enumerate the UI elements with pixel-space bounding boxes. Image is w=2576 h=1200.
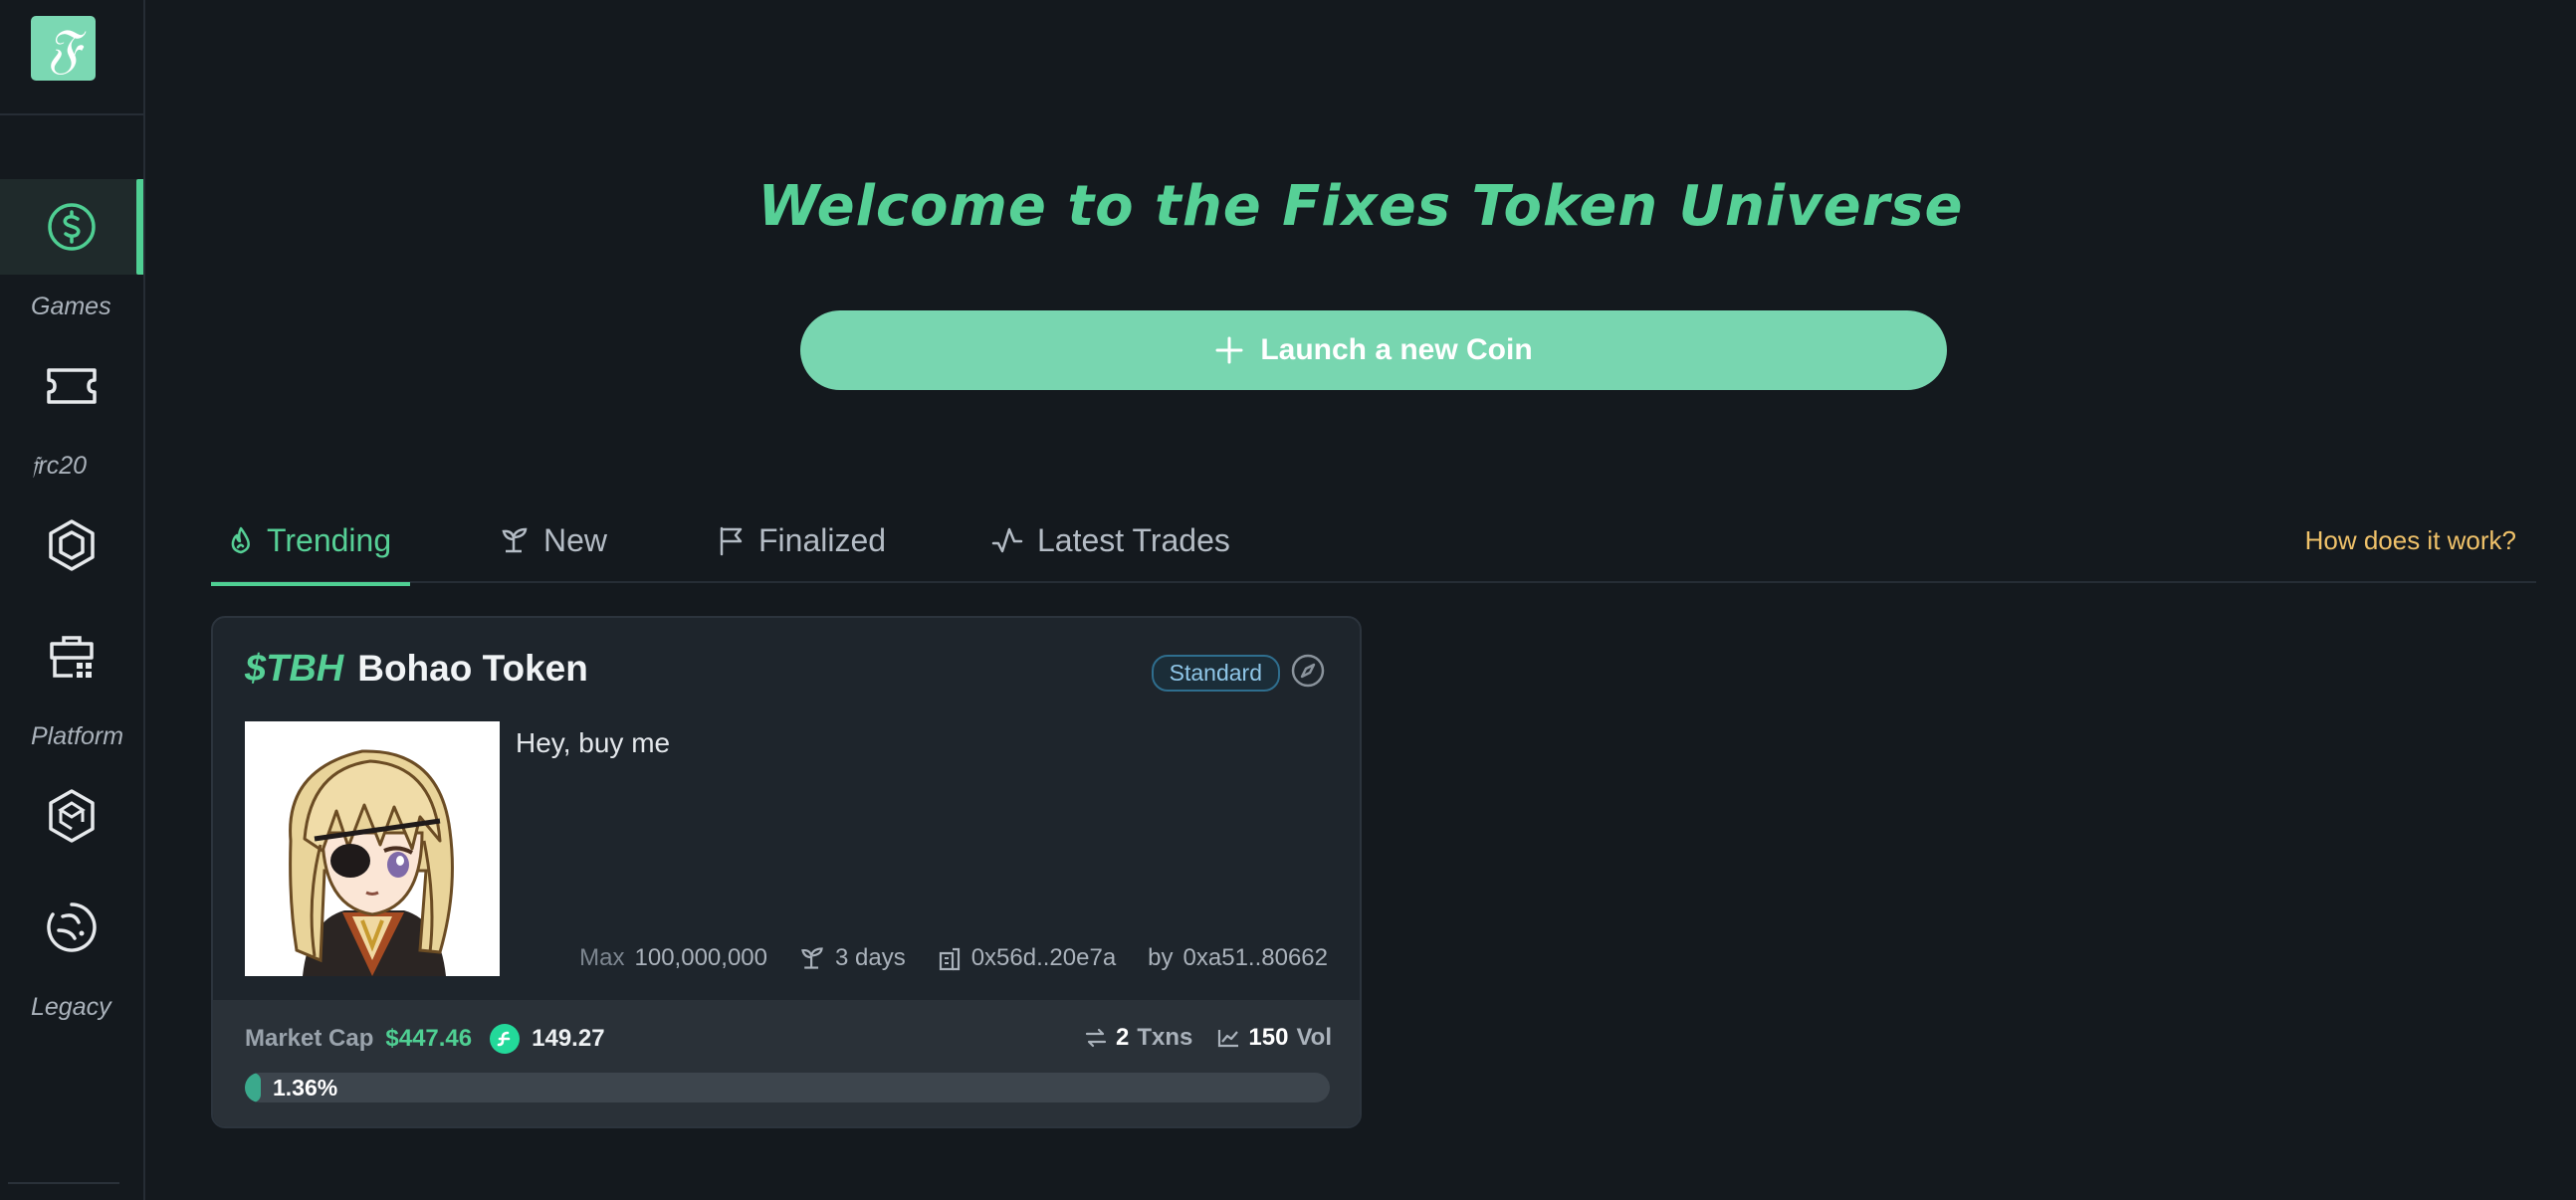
token-type-badge: Standard xyxy=(1151,655,1280,692)
tab-finalized[interactable]: Finalized xyxy=(717,498,886,583)
cube-badge-icon xyxy=(49,789,95,843)
compass-icon[interactable] xyxy=(1290,653,1326,689)
max-supply-value: 100,000,000 xyxy=(634,944,767,971)
plus-icon xyxy=(1215,336,1243,364)
store-icon xyxy=(50,636,94,678)
sidebar-item-cube-badge[interactable] xyxy=(0,768,143,864)
sidebar-item-hexagon[interactable] xyxy=(0,498,143,593)
market-cap-row: Market Cap $447.46 149.27 xyxy=(245,1024,605,1054)
progress-label: 1.36% xyxy=(273,1074,338,1100)
section-label-frc20: 𝔣rc20 xyxy=(31,452,88,480)
section-label-platform: Platform xyxy=(31,722,124,750)
sprout-icon xyxy=(502,527,528,553)
creator-prefix: by xyxy=(1148,944,1174,971)
token-tabs: Trending New Finalized Latest Trades How… xyxy=(211,498,2536,586)
app-logo[interactable]: 𝔉 xyxy=(31,16,96,81)
chart-line-icon xyxy=(1218,1030,1239,1048)
sidebar-divider xyxy=(0,113,143,115)
token-header: $TBH Bohao Token xyxy=(245,648,588,691)
max-supply-label: Max xyxy=(579,944,625,971)
token-card[interactable]: $TBH Bohao Token Standard Hey, buy me Ma… xyxy=(211,616,1362,1128)
sidebar: 𝔉 Games 𝔣rc20 Platform Legacy xyxy=(0,0,145,1200)
token-name: Bohao Token xyxy=(357,648,588,689)
token-meta: Max 100,000,000 3 days 0x56d..20e7a by 0… xyxy=(579,944,1328,972)
ticket-icon xyxy=(47,368,97,404)
sidebar-divider xyxy=(8,1182,119,1184)
tab-label: Latest Trades xyxy=(1037,521,1230,558)
creator-address[interactable]: 0xa51..80662 xyxy=(1183,944,1328,972)
txns-count: 2 xyxy=(1116,1024,1130,1051)
sprout-icon xyxy=(801,947,823,969)
sidebar-item-store[interactable] xyxy=(0,609,143,704)
launch-coin-label: Launch a new Coin xyxy=(1260,333,1533,366)
volume-label: Vol xyxy=(1296,1024,1332,1051)
tab-label: Finalized xyxy=(758,521,887,558)
flame-icon xyxy=(231,526,250,554)
swap-icon xyxy=(1085,1028,1107,1048)
txns-label: Txns xyxy=(1137,1024,1193,1051)
dollar-coin-icon xyxy=(48,203,96,251)
hexagon-icon xyxy=(49,519,95,571)
token-image xyxy=(245,721,500,976)
section-label-games: Games xyxy=(31,293,111,320)
tab-label: New xyxy=(543,521,608,558)
flow-token-icon xyxy=(490,1024,521,1054)
market-cap-value: $447.46 xyxy=(385,1025,473,1052)
tab-new[interactable]: New xyxy=(500,498,607,583)
sidebar-item-dollar[interactable] xyxy=(0,179,143,275)
activity-icon xyxy=(991,527,1023,553)
launch-coin-button[interactable]: Launch a new Coin xyxy=(800,310,1947,390)
tab-latest-trades[interactable]: Latest Trades xyxy=(991,498,1230,583)
trade-stats: 2 Txns 150 Vol xyxy=(1084,1024,1332,1052)
tab-trending[interactable]: Trending xyxy=(211,498,410,586)
flag-icon xyxy=(720,526,743,556)
token-age: 3 days xyxy=(834,944,906,971)
page-title: Welcome to the Fixes Token Universe xyxy=(757,174,1964,239)
tab-label: Trending xyxy=(267,521,392,558)
market-cap-label: Market Cap xyxy=(245,1025,374,1052)
progress-fill xyxy=(245,1073,261,1102)
bonding-progress-bar: 1.36% xyxy=(245,1073,1330,1102)
flow-amount: 149.27 xyxy=(532,1025,605,1052)
token-stats: Market Cap $447.46 149.27 2 Txns 150 Vol… xyxy=(213,1000,1360,1126)
contract-address[interactable]: 0x56d..20e7a xyxy=(971,944,1116,972)
how-does-it-work-link[interactable]: How does it work? xyxy=(2305,498,2516,583)
sidebar-item-ticket[interactable] xyxy=(0,338,143,434)
token-description: Hey, buy me xyxy=(516,727,671,758)
building-icon xyxy=(939,947,960,971)
logo-letter: 𝔉 xyxy=(46,16,81,80)
token-ticker: $TBH xyxy=(245,648,344,690)
circle-swirl-icon xyxy=(47,902,97,952)
section-label-legacy: Legacy xyxy=(31,993,111,1021)
sidebar-item-circle-swirl[interactable] xyxy=(0,880,143,975)
volume-value: 150 xyxy=(1248,1024,1289,1051)
token-avatar-art xyxy=(245,721,500,976)
